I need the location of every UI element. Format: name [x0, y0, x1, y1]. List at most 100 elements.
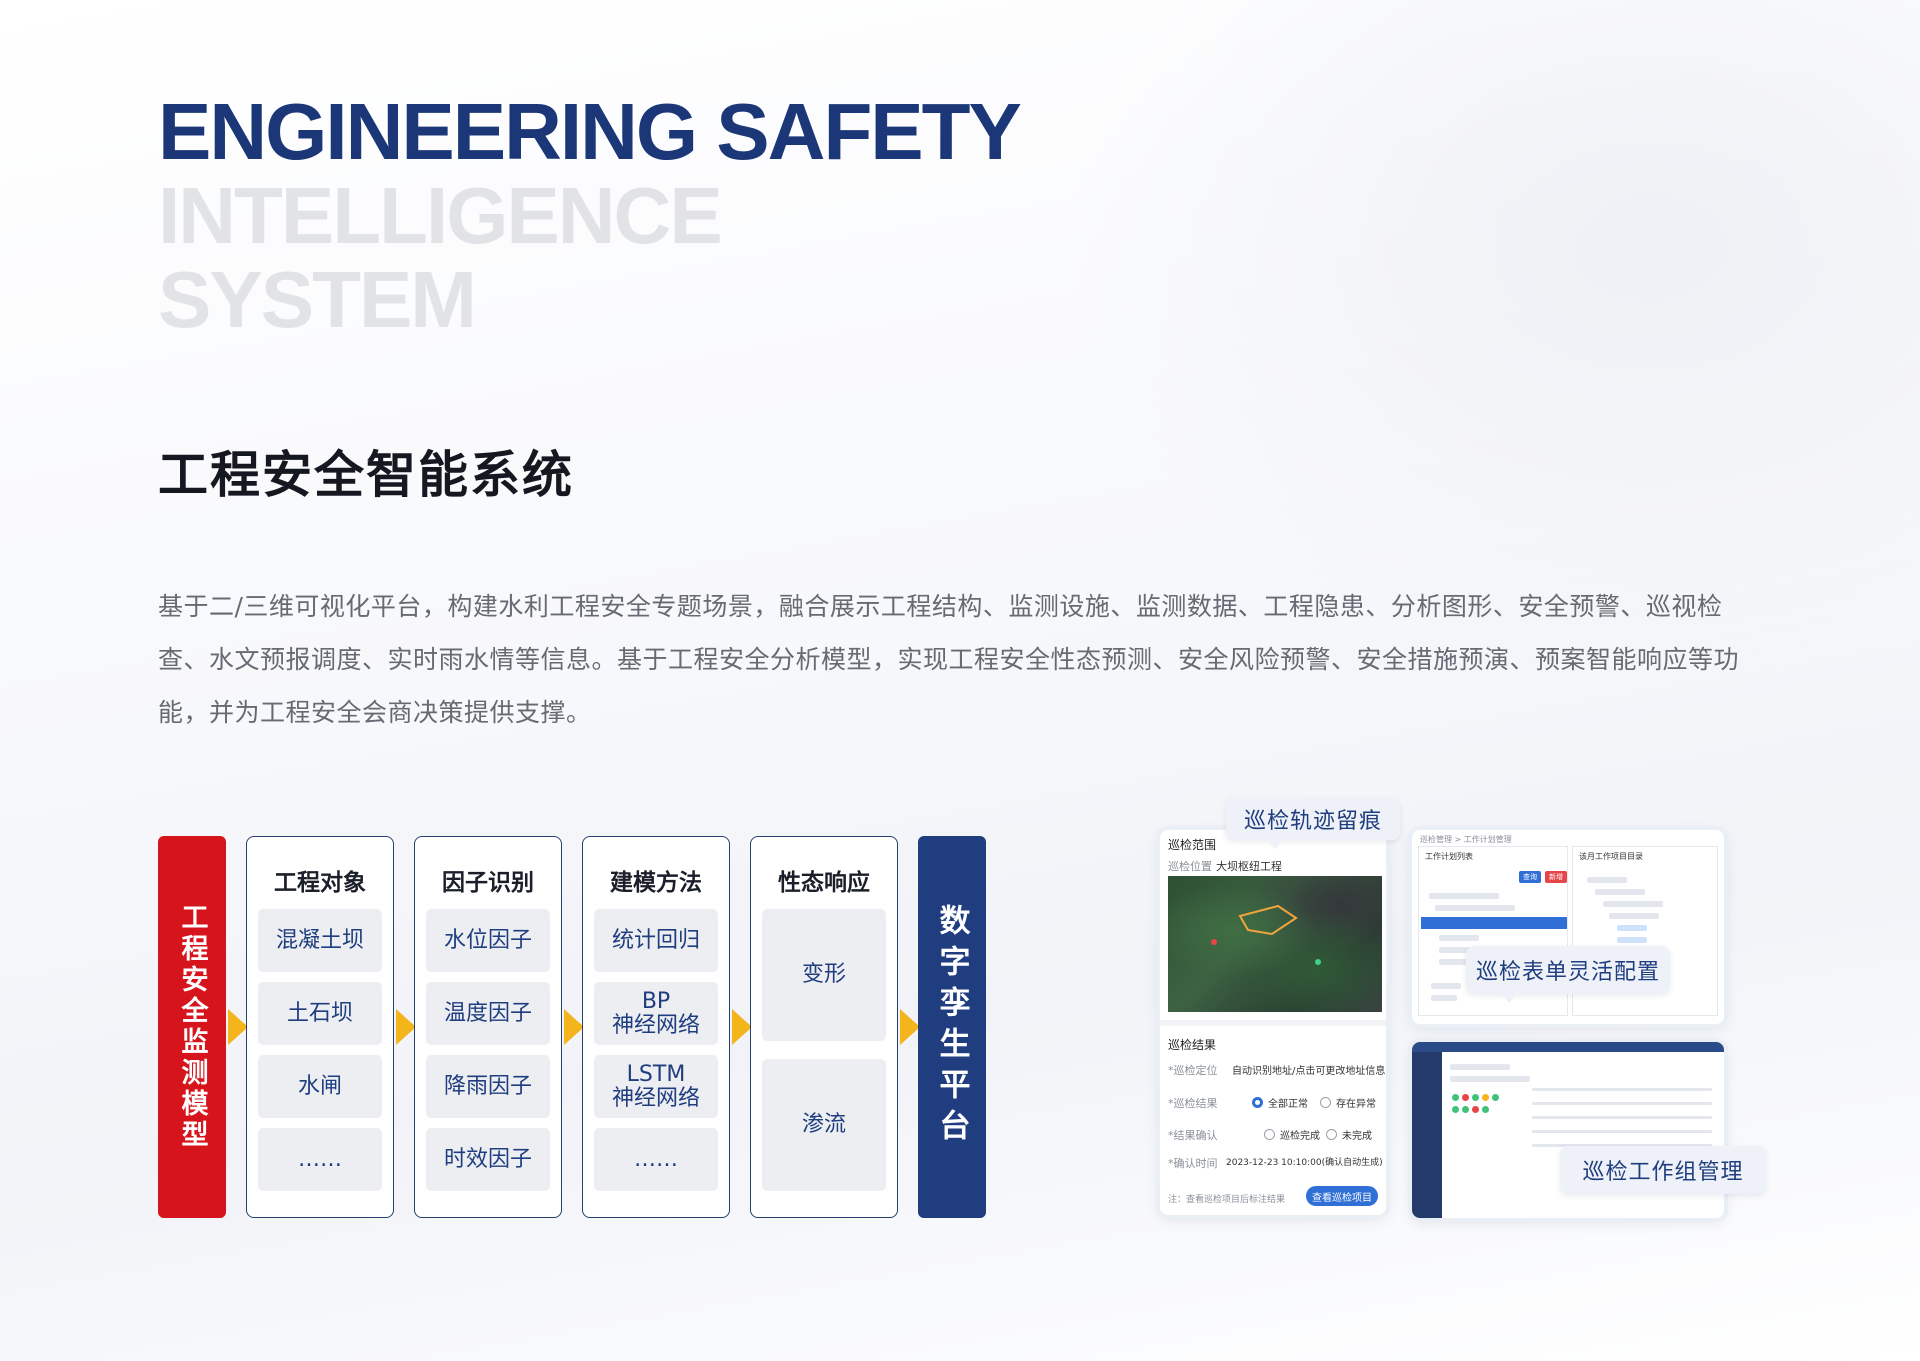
status-dot [1472, 1094, 1479, 1101]
table-rule [1532, 1116, 1712, 1119]
footer-note: 注：查看巡检项目后标注结果 [1168, 1195, 1286, 1205]
tag-track-trace: 巡检轨迹留痕 [1226, 798, 1400, 849]
status-dot [1482, 1106, 1489, 1113]
tree-item[interactable] [1617, 925, 1647, 931]
option-label: 全部正常 [1268, 1099, 1308, 1110]
panel-title: 工作计划列表 [1425, 852, 1473, 861]
status-dot [1452, 1094, 1459, 1101]
tree-item[interactable] [1431, 983, 1461, 989]
table-rule [1532, 1130, 1712, 1133]
tree-item[interactable] [1617, 937, 1647, 943]
result-label: 巡检结果 [1168, 1038, 1217, 1052]
status-dot [1452, 1106, 1459, 1113]
tree-item-selected[interactable] [1421, 917, 1567, 929]
model-flow-diagram: 工程安全监测模型 工程对象 混凝土坝 土石坝 水闸 …… 因子识别 水位因子 温… [158, 836, 986, 1218]
toolbar-strip [1450, 1064, 1510, 1070]
app-sidebar [1412, 1052, 1442, 1218]
status-dot [1482, 1094, 1489, 1101]
tree-item[interactable] [1435, 905, 1515, 911]
panel-title: 该月工作项目目录 [1579, 852, 1643, 861]
status-dot [1462, 1094, 1469, 1101]
column-title: 性态响应 [778, 870, 870, 896]
hero-heading: ENGINEERING SAFETY INTELLIGENCE SYSTEM [158, 87, 1022, 344]
monitoring-model-bar: 工程安全监测模型 [158, 836, 226, 1218]
range-label: 巡检范围 [1168, 838, 1217, 852]
app-top-bar [1412, 1042, 1724, 1052]
row-value: 自动识别地址/点击可更改地址信息 [1232, 1066, 1386, 1077]
digital-twin-platform-label: 数字孪生平台 [933, 904, 970, 1150]
option-label: 存在异常 [1336, 1099, 1376, 1110]
tree-item[interactable] [1439, 959, 1469, 965]
factor-cell: 水位因子 [426, 909, 550, 972]
response-cell: 渗流 [762, 1059, 886, 1191]
object-cell: 土石坝 [258, 982, 382, 1045]
hero-line-2: INTELLIGENCE [158, 171, 723, 260]
factor-cell: 降雨因子 [426, 1055, 550, 1118]
column-engineering-objects: 工程对象 混凝土坝 土石坝 水闸 …… [246, 836, 394, 1218]
patrol-record-screenshot: 巡检范围 巡检位置 大坝枢纽工程 巡检结果 *巡检定位 自动识别地址/点击可更改… [1160, 830, 1386, 1215]
tree-item[interactable] [1431, 995, 1457, 1001]
digital-twin-platform-bar: 数字孪生平台 [918, 836, 986, 1218]
view-items-button[interactable]: 查看巡检项目 [1306, 1186, 1378, 1206]
row-label: *确认时间 [1168, 1157, 1218, 1170]
tree-item[interactable] [1587, 877, 1627, 883]
column-modeling-method: 建模方法 统计回归 BP 神经网络 LSTM 神经网络 …… [582, 836, 730, 1218]
table-rule [1532, 1088, 1712, 1091]
section-divider [1160, 1020, 1386, 1026]
monitoring-model-label: 工程安全监测模型 [176, 903, 208, 1151]
hero-line-1: ENGINEERING SAFETY [158, 87, 1022, 176]
object-cell: …… [258, 1128, 382, 1191]
factor-cell: 时效因子 [426, 1128, 550, 1191]
status-dot [1472, 1106, 1479, 1113]
option-label: 未完成 [1342, 1131, 1372, 1142]
object-cell: 水闸 [258, 1055, 382, 1118]
form-config-screenshot: 巡检管理 > 工作计划管理 工作计划列表 查询 新增 该月工作项目目录 [1412, 830, 1724, 1024]
table-rule [1532, 1102, 1712, 1105]
query-button[interactable]: 查询 [1519, 871, 1541, 883]
object-cell: 混凝土坝 [258, 909, 382, 972]
row-label: *结果确认 [1168, 1129, 1218, 1142]
method-cell: …… [594, 1128, 718, 1191]
tree-item[interactable] [1603, 901, 1663, 907]
method-cell: BP 神经网络 [594, 982, 718, 1045]
radio-all-normal[interactable] [1252, 1097, 1263, 1108]
add-button[interactable]: 新增 [1545, 871, 1567, 883]
flow-arrow-icon [732, 1009, 752, 1045]
method-cell: 统计回归 [594, 909, 718, 972]
status-dot [1462, 1106, 1469, 1113]
option-label: 巡检完成 [1280, 1131, 1320, 1142]
status-dot [1492, 1094, 1499, 1101]
flow-arrow-icon [396, 1009, 416, 1045]
tree-item[interactable] [1595, 889, 1645, 895]
row-value: 2023-12-23 10:10:00(确认自动生成) [1226, 1158, 1383, 1168]
range-field: 巡检位置 [1168, 860, 1212, 873]
column-behavior-response: 性态响应 变形 渗流 [750, 836, 898, 1218]
radio-complete[interactable] [1264, 1129, 1275, 1140]
page-title: 工程安全智能系统 [158, 446, 574, 504]
flow-arrow-icon [900, 1009, 920, 1045]
row-label: *巡检定位 [1168, 1064, 1218, 1077]
column-title: 因子识别 [442, 870, 534, 896]
radio-abnormal[interactable] [1320, 1097, 1331, 1108]
method-cell: LSTM 神经网络 [594, 1055, 718, 1118]
range-value: 大坝枢纽工程 [1216, 860, 1282, 873]
hero-line-3: SYSTEM [158, 255, 477, 344]
column-factor-identification: 因子识别 水位因子 温度因子 降雨因子 时效因子 [414, 836, 562, 1218]
factor-cell: 温度因子 [426, 982, 550, 1045]
satellite-map [1168, 876, 1382, 1012]
response-cell: 变形 [762, 909, 886, 1041]
tree-item[interactable] [1609, 913, 1659, 919]
track-overlay [1211, 904, 1321, 965]
flow-arrow-icon [564, 1009, 584, 1045]
breadcrumb: 巡检管理 > 工作计划管理 [1420, 835, 1512, 844]
description-paragraph: 基于二/三维可视化平台，构建水利工程安全专题场景，融合展示工程结构、监测设施、监… [158, 592, 1740, 727]
toolbar-strip [1450, 1076, 1530, 1082]
tree-item[interactable] [1429, 893, 1499, 899]
column-title: 建模方法 [610, 870, 702, 896]
tag-work-group: 巡检工作组管理 [1560, 1146, 1766, 1194]
radio-incomplete[interactable] [1326, 1129, 1337, 1140]
tree-item[interactable] [1439, 935, 1479, 941]
row-label: *巡检结果 [1168, 1097, 1218, 1110]
tag-form-config: 巡检表单灵活配置 [1466, 946, 1670, 1003]
flow-arrow-icon [228, 1009, 248, 1045]
